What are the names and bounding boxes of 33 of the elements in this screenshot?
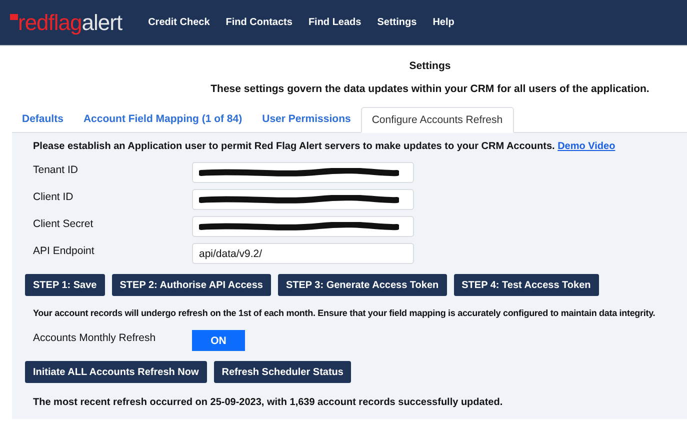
status-text: The most recent refresh occurred on 25-09-2023, with 1,639 account records successfully updated. [33,397,504,408]
notice-text: Your account records will undergo refresh on the 1st of each month. Ensure that your field mapping is accurately configured to maintain data integrity. [33,308,656,318]
toggle-button[interactable]: ON [192,330,245,351]
step-button[interactable]: STEP 4: Test Access Token [454,274,599,296]
input-field[interactable] [192,162,414,183]
field-label: API Endpoint [33,244,96,257]
tab[interactable]: User Permissions [252,107,361,132]
toggle-label: Accounts Monthly Refresh [33,331,157,346]
tab[interactable]: Configure Accounts Refresh [360,107,514,133]
nav-link[interactable]: Help [432,17,454,28]
instruction-text: Please establish an Application user to permit Red Flag Alert servers to make updates to your CRM Accounts. Demo Video [33,141,616,152]
step-button[interactable]: STEP 1: Save [25,274,105,296]
demo-video-link[interactable]: Demo Video [558,141,616,152]
nav-link[interactable]: Settings [377,17,417,28]
step-button[interactable]: STEP 2: Authorise API Access [112,274,271,296]
tab[interactable]: Account Field Mapping (1 of 84) [73,107,252,132]
input-field[interactable]: api/data/v9.2/ [192,243,414,264]
nav-link[interactable]: Find Contacts [226,17,292,28]
action-button[interactable]: Refresh Scheduler Status [214,361,352,383]
logo[interactable]: redflagalert [10,10,122,36]
field-label: Client ID [33,190,74,203]
nav-link[interactable]: Find Leads [308,17,362,28]
action-button[interactable]: Initiate ALL Accounts Refresh Now [25,361,207,383]
field-label: Client Secret [33,217,94,230]
page-subtitle: These settings govern the data updates within your CRM for all users of the application. [210,83,650,95]
page-title: Settings [408,60,452,72]
tab[interactable]: Defaults [12,107,74,132]
step-button[interactable]: STEP 3: Generate Access Token [278,274,447,296]
flag-icon [10,14,18,20]
input-field[interactable] [192,189,414,210]
field-label: Tenant ID [33,163,79,176]
nav-link[interactable]: Credit Check [148,17,210,28]
input-field[interactable] [192,216,414,237]
